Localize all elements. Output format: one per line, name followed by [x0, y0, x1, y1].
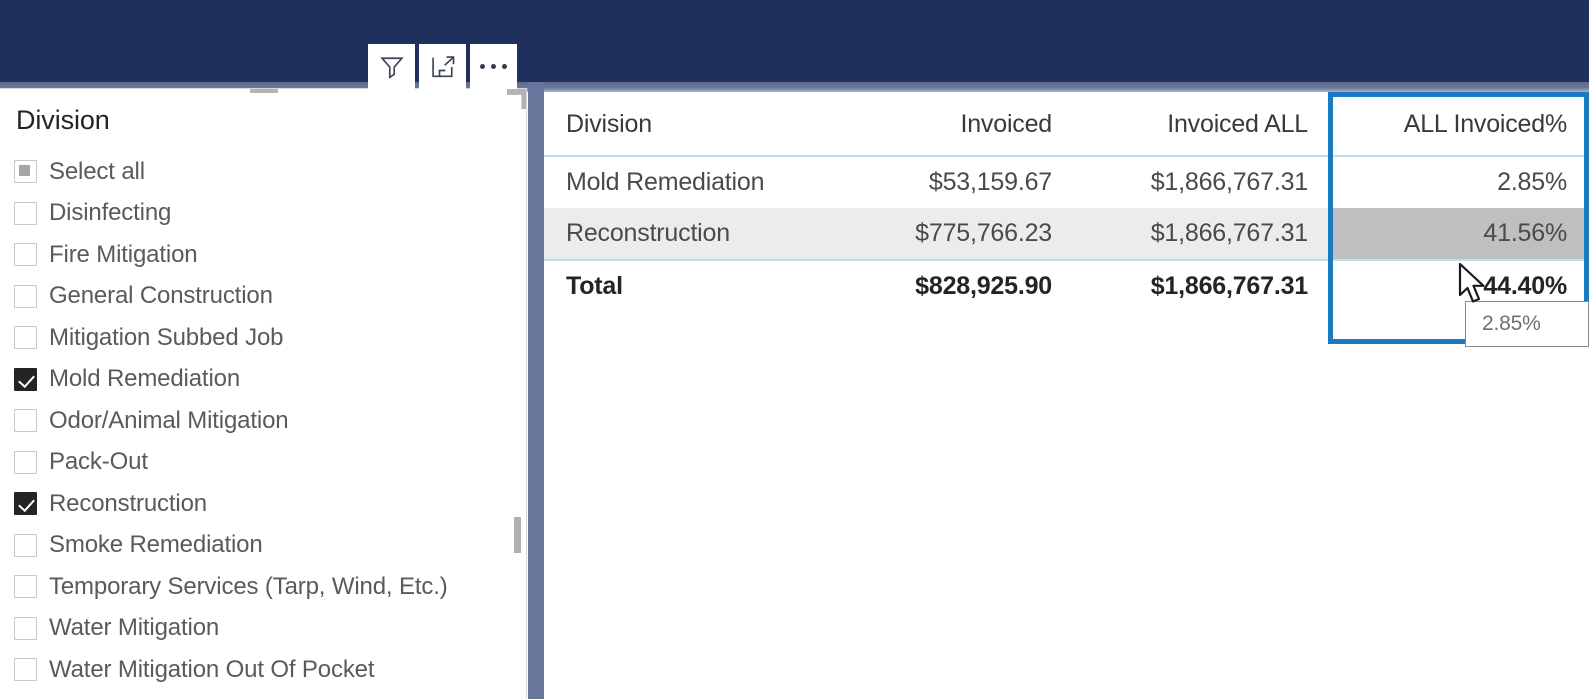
slicer-item[interactable]: Odor/Animal Mitigation	[14, 400, 514, 442]
slicer-item-checkbox[interactable]	[14, 450, 37, 474]
slicer-item-label: Odor/Animal Mitigation	[49, 406, 289, 434]
slicer-item-checkbox[interactable]	[14, 616, 37, 640]
filter-icon	[378, 53, 406, 81]
slicer-item[interactable]: Water Mitigation	[14, 608, 514, 650]
table-total-cell-invoiced[interactable]: $828,925.90	[844, 259, 1074, 312]
slicer-item-label: Reconstruction	[49, 489, 207, 517]
tooltip-value: 2.85%	[1482, 312, 1541, 335]
slicer-item-label: Mold Remediation	[49, 365, 241, 393]
panel-divider	[528, 82, 544, 699]
slicer-item[interactable]: Fire Mitigation	[14, 234, 514, 276]
table-total-row[interactable]: Total $828,925.90 $1,866,767.31 44.40%	[544, 259, 1589, 312]
slicer-title: Division	[16, 105, 110, 135]
table-cell-invoiced_all[interactable]: $1,866,767.31	[1074, 156, 1330, 208]
slicer-item[interactable]: Reconstruction	[14, 483, 514, 525]
table-total-cell-invoiced_all[interactable]: $1,866,767.31	[1074, 259, 1330, 312]
table-cell-all_pct[interactable]: 2.85%	[1330, 156, 1589, 208]
slicer-item[interactable]: Water Mitigation Out Of Pocket	[14, 649, 514, 691]
more-options-icon	[480, 64, 507, 69]
slicer-resize-handle-top[interactable]	[250, 89, 278, 93]
slicer-item-checkbox[interactable]	[14, 201, 37, 225]
filter-icon-button[interactable]	[368, 44, 415, 89]
visual-header-toolbar	[368, 44, 517, 89]
slicer-scrollbar-track[interactable]	[514, 89, 523, 699]
slicer-item[interactable]: Disinfecting	[14, 193, 514, 235]
slicer-item[interactable]: Smoke Remediation	[14, 525, 514, 567]
focus-mode-icon	[429, 53, 457, 81]
slicer-item-checkbox[interactable]	[14, 575, 37, 599]
slicer-scrollbar-thumb[interactable]	[514, 517, 521, 553]
slicer-item-label: Mitigation Subbed Job	[49, 323, 284, 351]
slicer-item[interactable]: Mold Remediation	[14, 359, 514, 401]
slicer-item-checkbox[interactable]	[14, 492, 37, 516]
slicer-item-label: Pack-Out	[49, 448, 148, 476]
focus-mode-button[interactable]	[419, 44, 466, 89]
slicer-item-label: Water Mitigation	[49, 614, 220, 642]
slicer-item-label: Water Mitigation Out Of Pocket	[49, 655, 375, 683]
table-cell-invoiced[interactable]: $53,159.67	[844, 156, 1074, 208]
slicer-item-label: Select all	[49, 157, 145, 185]
table-cell-invoiced_all[interactable]: $1,866,767.31	[1074, 208, 1330, 260]
slicer-item-checkbox[interactable]	[14, 243, 37, 267]
matrix-table: Division Invoiced Invoiced ALL ALL Invoi…	[544, 92, 1589, 312]
report-header-bar	[0, 0, 1589, 82]
slicer-item-label: Fire Mitigation	[49, 240, 198, 268]
slicer-item-list: Select all Disinfecting Fire Mitigation Gen…	[14, 151, 514, 691]
table-total-cell-division[interactable]: Total	[544, 259, 844, 312]
table-cell-division[interactable]: Mold Remediation	[544, 156, 844, 208]
slicer-item[interactable]: Select all	[14, 151, 514, 193]
slicer-item-checkbox[interactable]	[14, 409, 37, 433]
slicer-item[interactable]: General Construction	[14, 276, 514, 318]
slicer-item-checkbox[interactable]	[14, 326, 37, 350]
slicer-item-checkbox[interactable]	[14, 367, 37, 391]
table-cell-division[interactable]: Reconstruction	[544, 208, 844, 260]
table-cell-invoiced[interactable]: $775,766.23	[844, 208, 1074, 260]
more-options-button[interactable]	[470, 44, 517, 89]
division-slicer-panel: Division Select all Disinfecting Fire Miti…	[0, 88, 527, 699]
column-header-division[interactable]: Division	[544, 92, 844, 157]
slicer-item-label: Disinfecting	[49, 199, 172, 227]
column-header-all-invoiced-pct[interactable]: ALL Invoiced%	[1330, 92, 1589, 157]
column-header-invoiced[interactable]: Invoiced	[844, 92, 1074, 157]
value-tooltip: 2.85%	[1465, 301, 1589, 347]
slicer-item[interactable]: Temporary Services (Tarp, Wind, Etc.)	[14, 566, 514, 608]
slicer-item[interactable]: Pack-Out	[14, 442, 514, 484]
slicer-item-checkbox[interactable]	[14, 533, 37, 557]
slicer-item-checkbox[interactable]	[14, 160, 37, 184]
table-header-row: Division Invoiced Invoiced ALL ALL Invoi…	[544, 92, 1589, 157]
slicer-item[interactable]: Mitigation Subbed Job	[14, 317, 514, 359]
table-cell-all_pct[interactable]: 41.56%	[1330, 208, 1589, 260]
table-body: Mold Remediation $53,159.67 $1,866,767.31 2…	[544, 156, 1589, 312]
table-row[interactable]: Mold Remediation $53,159.67 $1,866,767.31 2…	[544, 156, 1589, 208]
table-row[interactable]: Reconstruction $775,766.23 $1,866,767.31 41…	[544, 208, 1589, 260]
slicer-item-label: Smoke Remediation	[49, 531, 263, 559]
column-header-invoiced-all[interactable]: Invoiced ALL	[1074, 92, 1330, 157]
slicer-item-label: General Construction	[49, 282, 273, 310]
matrix-table-visual: Division Invoiced Invoiced ALL ALL Invoi…	[544, 92, 1589, 699]
slicer-item-checkbox[interactable]	[14, 658, 37, 682]
slicer-item-label: Temporary Services (Tarp, Wind, Etc.)	[49, 572, 448, 600]
slicer-item-checkbox[interactable]	[14, 284, 37, 308]
power-bi-report-canvas: Division Select all Disinfecting Fire Miti…	[0, 0, 1589, 699]
